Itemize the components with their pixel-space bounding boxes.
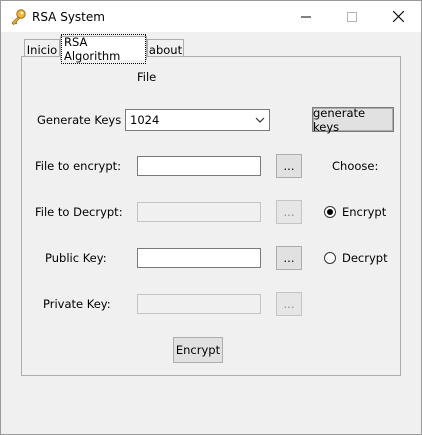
encrypt-action-button[interactable]: Encrypt [173,337,223,363]
close-button[interactable] [375,1,421,32]
tab-rsa-algorithm[interactable]: RSA Algorithm [60,33,147,64]
private-key-input[interactable] [137,294,261,314]
maximize-button[interactable] [329,1,375,32]
file-to-decrypt-label: File to Decrypt: [35,205,123,219]
file-to-decrypt-input[interactable] [137,202,261,222]
generate-keys-label: Generate Keys [37,113,122,127]
generate-keys-button[interactable]: generate keys [312,106,394,134]
tab-inicio-label: Inicio [26,42,58,57]
tab-rsa-algorithm-label: RSA Algorithm [61,33,146,64]
decrypt-radio[interactable] [324,252,336,264]
private-key-label: Private Key: [43,297,111,311]
title-bar: RSA System [1,1,421,32]
key-icon [11,9,26,26]
app-window: RSA System Inicio RSA Algorithm about Fi… [0,0,422,435]
browse-decrypt-button[interactable]: ... [276,200,302,224]
decrypt-radio-label: Decrypt [342,251,388,265]
public-key-label: Public Key: [45,251,107,265]
browse-encrypt-button[interactable]: ... [276,154,302,178]
key-size-select[interactable]: 1024 [125,109,270,131]
file-heading: File [137,70,157,84]
choose-label: Choose: [332,159,379,173]
minimize-button[interactable] [283,1,329,32]
browse-private-key-button[interactable]: ... [276,292,302,316]
file-to-encrypt-label: File to encrypt: [35,159,122,173]
file-to-encrypt-input[interactable] [137,156,261,176]
minimize-icon [301,16,311,17]
encrypt-radio[interactable] [324,206,336,218]
chevron-down-icon [255,117,265,123]
browse-public-key-button[interactable]: ... [276,246,302,270]
public-key-input[interactable] [137,248,261,268]
key-size-value: 1024 [130,113,160,127]
maximize-icon [347,11,357,22]
encrypt-radio-label: Encrypt [342,205,387,219]
window-title: RSA System [32,10,105,24]
tab-about-label: about [148,42,183,57]
close-icon [392,11,404,22]
